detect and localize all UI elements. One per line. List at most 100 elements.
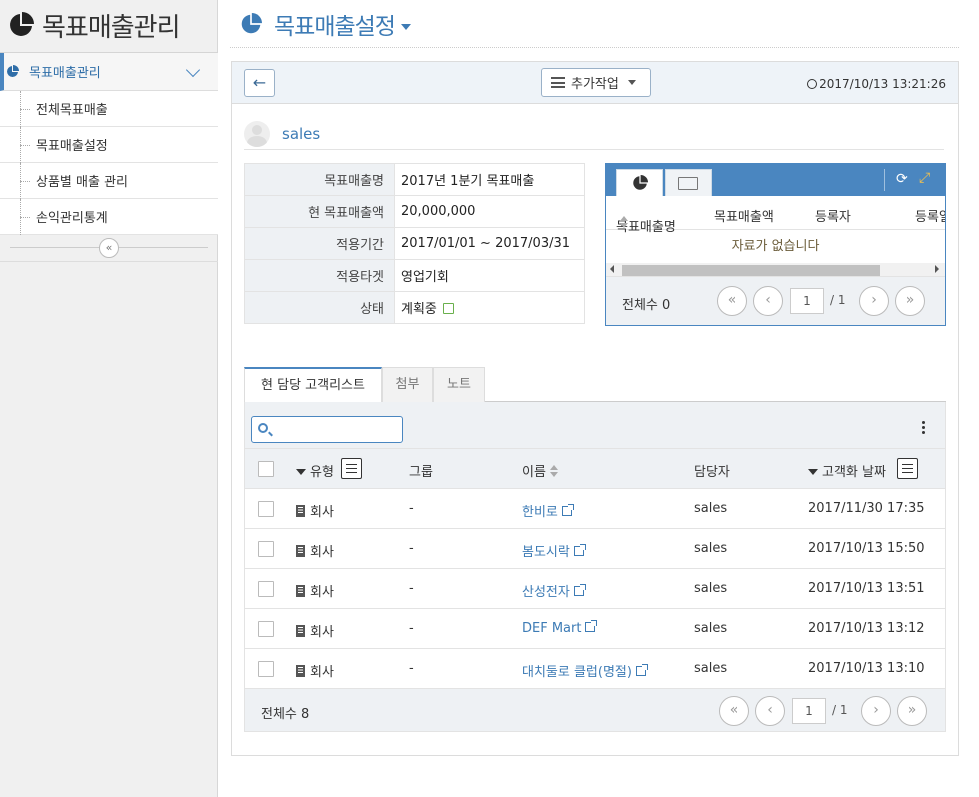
page-input[interactable]: 1 — [790, 288, 824, 314]
table-row[interactable]: 회사 - 봄도시락 sales 2017/10/13 15:50 — [245, 529, 945, 569]
prev-page-button[interactable]: ‹ — [755, 696, 785, 726]
column-header-date[interactable]: 등록일 — [915, 206, 945, 225]
customer-name[interactable]: DEF Mart — [522, 621, 581, 636]
column-header-amount[interactable]: 목표매출액 — [714, 206, 774, 225]
prev-page-button[interactable]: ‹ — [753, 286, 783, 316]
type-cell: 회사 — [296, 581, 334, 600]
sidebar-item-label: 목표매출관리 — [29, 66, 101, 81]
last-page-button[interactable]: » — [895, 286, 925, 316]
table-row[interactable]: 회사 - DEF Mart sales 2017/10/13 13:12 — [245, 609, 945, 649]
back-button[interactable]: ← — [244, 69, 275, 97]
column-header-group[interactable]: 그룹 — [409, 461, 433, 480]
sort-icon[interactable] — [620, 216, 628, 228]
next-page-button[interactable]: › — [859, 286, 889, 316]
external-link-icon[interactable] — [585, 620, 598, 632]
tab-history[interactable] — [665, 169, 712, 196]
column-header-type[interactable]: 유형 — [296, 461, 334, 480]
column-header-name[interactable]: 이름 — [522, 461, 558, 480]
row-checkbox[interactable] — [258, 541, 274, 557]
external-link-icon[interactable] — [573, 544, 586, 556]
select-all-checkbox[interactable] — [258, 461, 274, 477]
type-label: 회사 — [310, 625, 334, 640]
tab-chart[interactable] — [616, 169, 663, 196]
caret-down-icon[interactable] — [400, 23, 411, 30]
column-header-date[interactable]: 고객화 날짜 — [808, 461, 886, 480]
search-box[interactable] — [251, 416, 403, 443]
info-label: 현 목표매출액 — [244, 195, 395, 228]
scroll-left-icon[interactable] — [610, 265, 614, 273]
customer-link[interactable]: 산성전자 — [522, 581, 586, 600]
customer-link[interactable]: 대치둘로 클럽(명절) — [522, 661, 648, 680]
row-checkbox[interactable] — [258, 581, 274, 597]
divider — [884, 169, 885, 191]
page-total: / 1 — [830, 293, 846, 307]
collapse-sidebar-button[interactable]: « — [99, 238, 119, 258]
customer-link[interactable]: 한비로 — [522, 501, 574, 520]
extra-actions-button[interactable]: 추가작업 — [541, 68, 651, 97]
type-cell: 회사 — [296, 621, 334, 640]
customer-name[interactable]: 한비로 — [522, 505, 558, 520]
history-icon — [678, 177, 698, 190]
first-page-button[interactable]: « — [717, 286, 747, 316]
column-menu-button[interactable] — [897, 458, 918, 479]
customer-name[interactable]: 산성전자 — [522, 585, 570, 600]
last-page-button[interactable]: » — [897, 696, 927, 726]
external-link-icon[interactable] — [635, 664, 648, 676]
first-page-button[interactable]: « — [719, 696, 749, 726]
external-link-icon[interactable] — [573, 584, 586, 596]
avatar — [244, 120, 270, 147]
customer-link[interactable]: DEF Mart — [522, 620, 598, 636]
filter-icon[interactable] — [296, 469, 306, 475]
info-row: 적용기간 2017/01/01 ~ 2017/03/31 — [244, 227, 585, 260]
total-count: 전체수 0 — [622, 298, 671, 313]
column-header-owner[interactable]: 담당자 — [694, 461, 730, 480]
table-row[interactable]: 회사 - 대치둘로 클럽(명절) sales 2017/10/13 13:10 — [245, 649, 945, 689]
date-cell: 2017/10/13 15:50 — [808, 541, 925, 556]
group-cell: - — [409, 581, 414, 596]
sidebar-item-label: 손익관리통계 — [36, 211, 108, 226]
filter-icon[interactable] — [808, 469, 818, 475]
table-row[interactable]: 회사 - 산성전자 sales 2017/10/13 13:51 — [245, 569, 945, 609]
expand-icon[interactable]: ⤢ — [919, 170, 930, 186]
extra-actions-label: 추가작업 — [571, 77, 619, 92]
customer-name[interactable]: 대치둘로 클럽(명절) — [522, 665, 632, 680]
refresh-icon[interactable]: ⟳ — [896, 171, 908, 187]
more-options-icon[interactable] — [922, 421, 925, 435]
next-page-button[interactable]: › — [861, 696, 891, 726]
row-checkbox[interactable] — [258, 621, 274, 637]
row-checkbox[interactable] — [258, 661, 274, 677]
info-table: 목표매출명 2017년 1분기 목표매출 현 목표매출액 20,000,000 적용… — [244, 163, 585, 324]
sidebar-item-profit-stats[interactable]: 손익관리통계 — [0, 199, 218, 235]
table-row[interactable]: 회사 - 한비로 sales 2017/11/30 17:35 — [245, 489, 945, 529]
sidebar-item-target-sales[interactable]: 목표매출관리 — [0, 53, 218, 91]
owner-cell: sales — [694, 541, 728, 556]
owner-cell: sales — [694, 621, 728, 636]
type-cell: 회사 — [296, 661, 334, 680]
tab-customer-list[interactable]: 현 담당 고객리스트 — [244, 367, 382, 403]
search-input[interactable] — [276, 420, 396, 439]
edit-icon[interactable] — [442, 303, 454, 314]
sort-icon[interactable] — [549, 465, 558, 477]
page-input[interactable]: 1 — [792, 698, 826, 724]
scroll-right-icon[interactable] — [935, 265, 939, 273]
tab-notes[interactable]: 노트 — [433, 367, 485, 402]
tab-attachments[interactable]: 첨부 — [382, 367, 433, 402]
row-checkbox[interactable] — [258, 501, 274, 517]
history-grid-header: ⟳ ⤢ — [606, 164, 945, 196]
horizontal-scrollbar[interactable] — [606, 263, 945, 277]
table-header: 유형 그룹 이름 담당자 고객화 날짜 — [245, 449, 945, 489]
customer-link[interactable]: 봄도시락 — [522, 541, 586, 560]
sidebar-item-target-sales-settings[interactable]: 목표매출설정 — [0, 127, 218, 163]
group-cell: - — [409, 541, 414, 556]
scrollbar-thumb[interactable] — [622, 265, 880, 276]
column-menu-button[interactable] — [341, 458, 362, 479]
info-value: 2017년 1분기 목표매출 — [394, 163, 585, 196]
sidebar-item-all-target-sales[interactable]: 전체목표매출 — [0, 91, 218, 127]
customer-name[interactable]: 봄도시락 — [522, 545, 570, 560]
column-header-registrant[interactable]: 등록자 — [815, 206, 851, 225]
sidebar-item-product-sales[interactable]: 상품별 매출 관리 — [0, 163, 218, 199]
timestamp: 2017/10/13 13:21:26 — [807, 77, 946, 91]
owner-name[interactable]: sales — [282, 125, 320, 143]
chevron-down-icon[interactable] — [185, 62, 201, 78]
external-link-icon[interactable] — [561, 504, 574, 516]
